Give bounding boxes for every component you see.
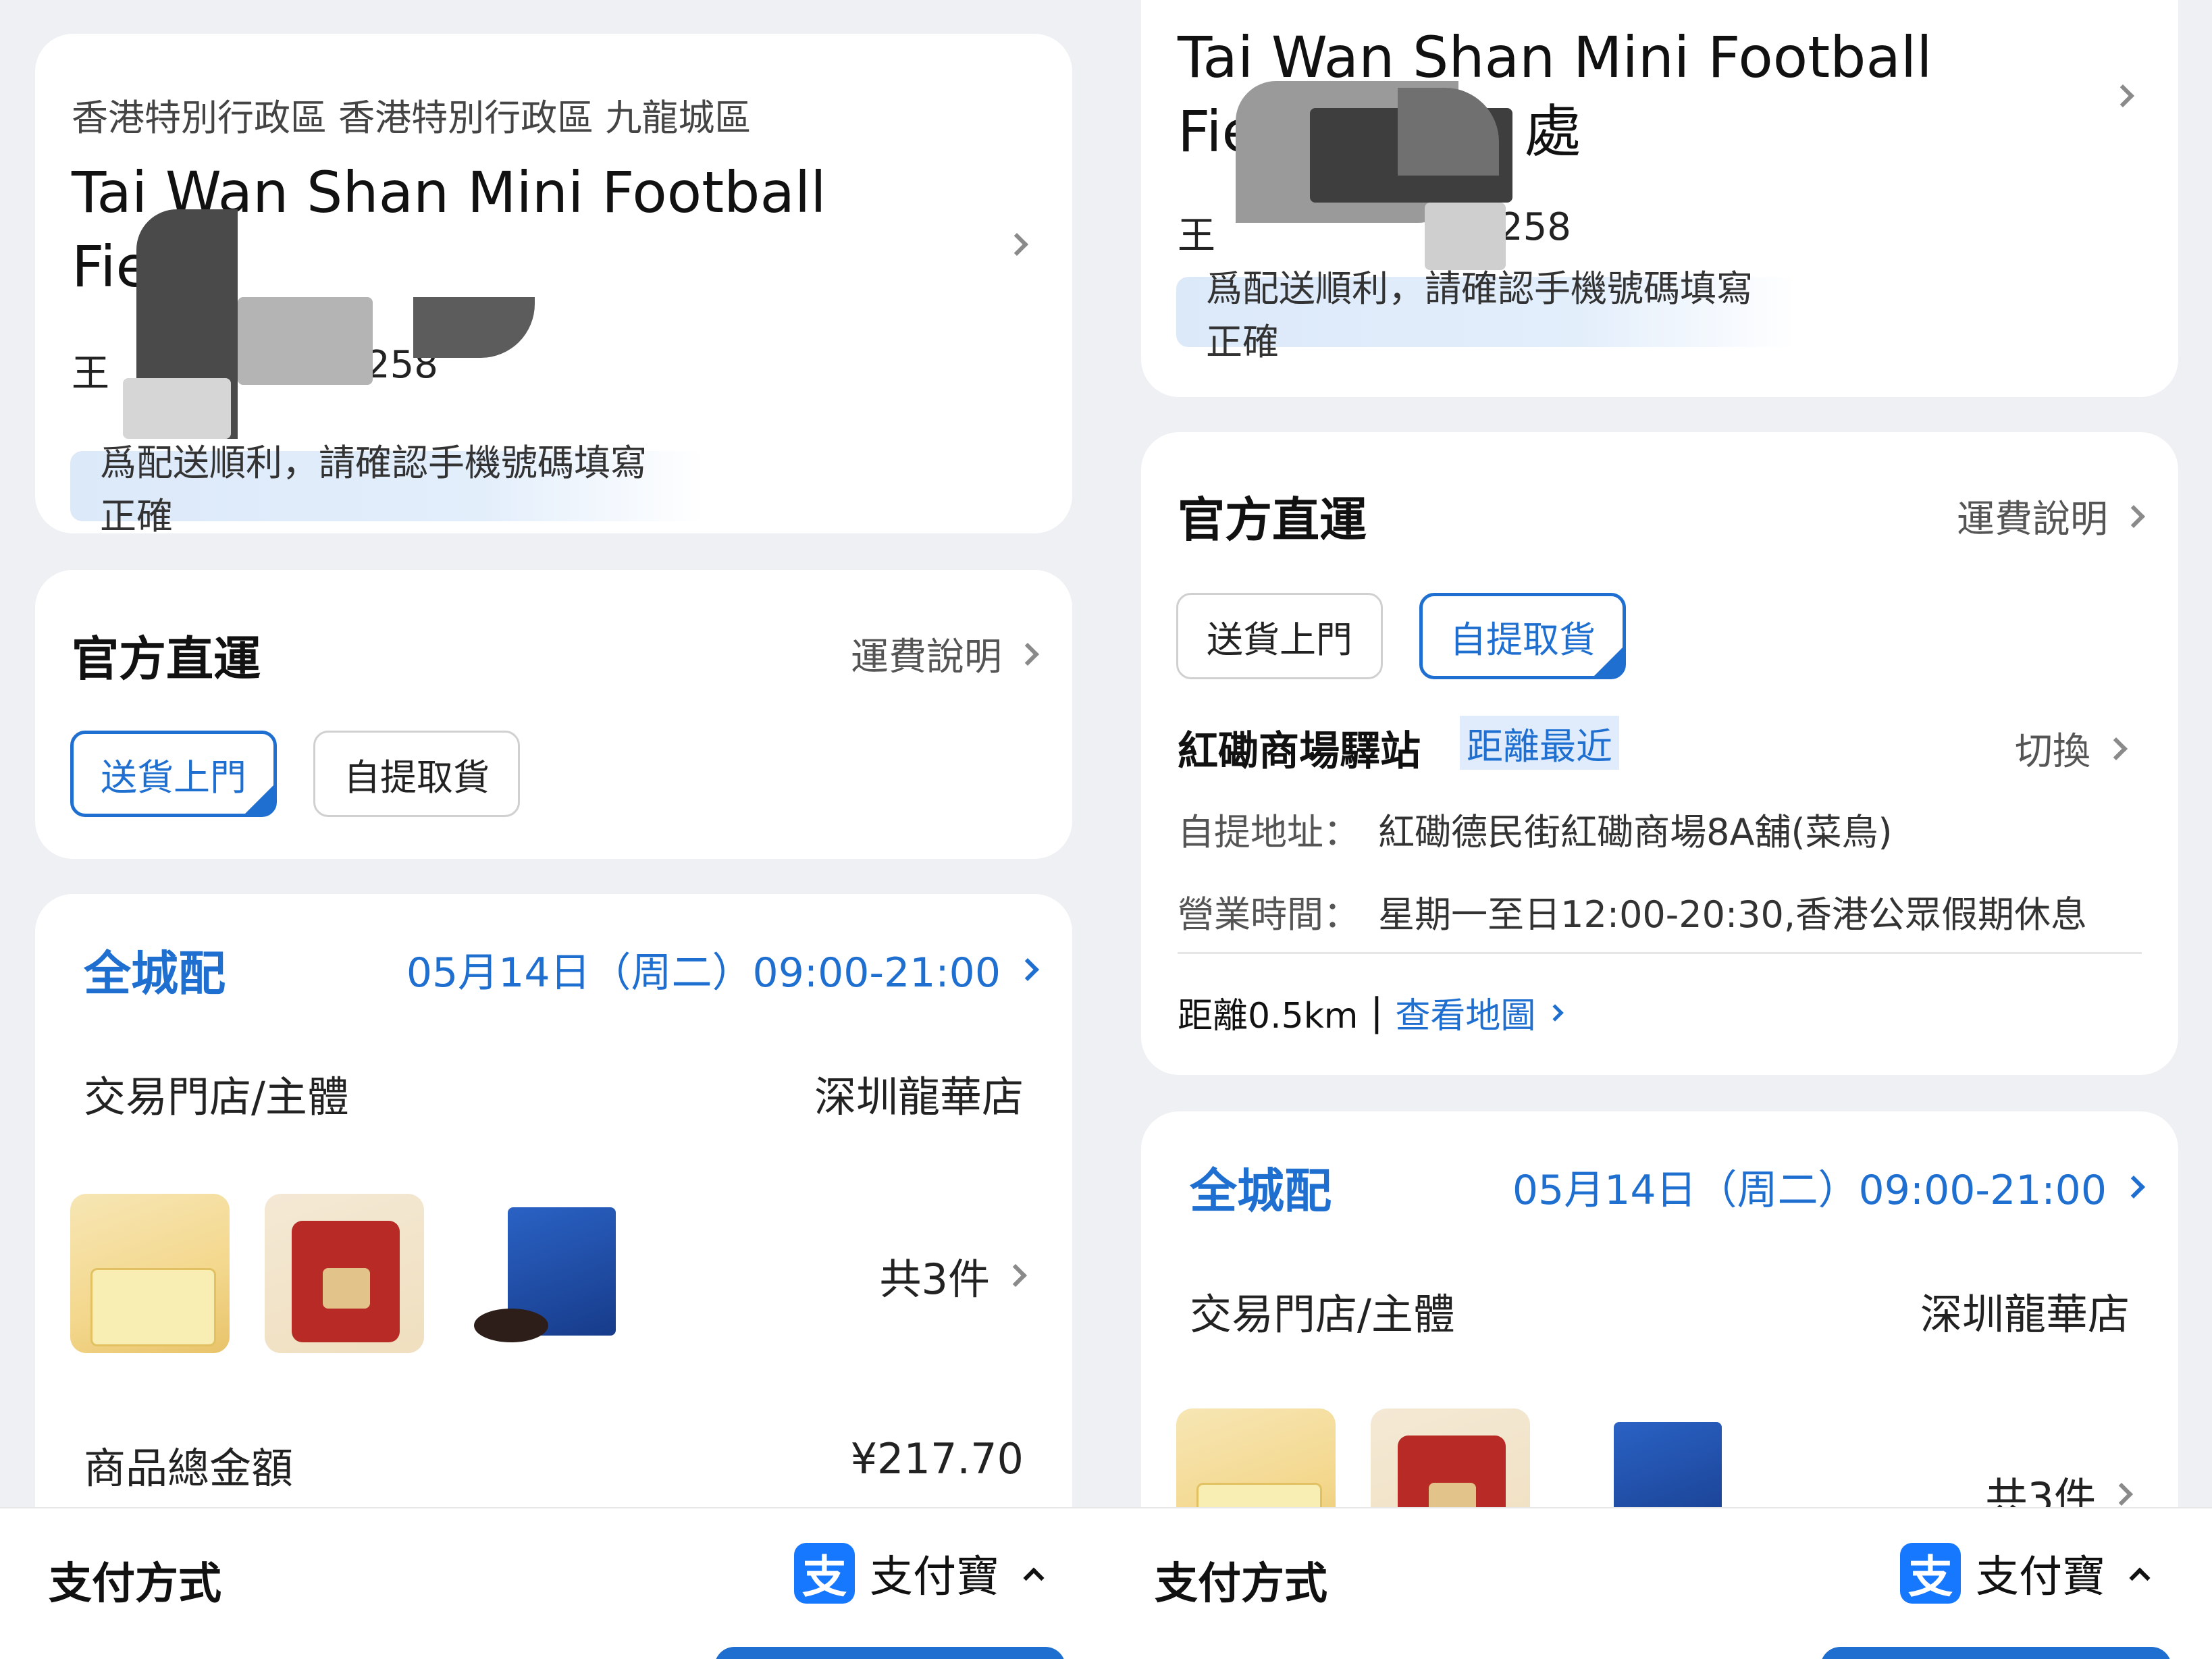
chevron-right-icon	[2110, 1483, 2133, 1506]
delivery-card: 全城配 05月14日（周二）09:00-21:00 交易門店/主體 深圳龍華店 …	[35, 894, 1072, 1576]
checkout-screen-home-delivery: 香港特別行政區 香港特別行政區 九龍城區 Tai Wan Shan Mini F…	[0, 0, 1106, 1659]
address-card[interactable]: Tai Wan Shan Mini Football Fielc 處 王 258…	[1141, 0, 2178, 397]
alipay-icon: 支	[1900, 1543, 1961, 1604]
option-home-delivery[interactable]: 送貨上門	[70, 731, 277, 817]
option-self-pickup-label: 自提取貨	[344, 756, 490, 799]
delivery-mode: 全城配	[1190, 1163, 1332, 1219]
shipping-fee-label: 運費說明	[851, 635, 1002, 679]
chevron-up-icon	[1023, 1567, 1045, 1589]
chevron-right-icon	[2122, 504, 2145, 528]
items-count: 共3件	[879, 1255, 990, 1304]
chevron-right-icon	[1016, 957, 1039, 981]
pickup-address-value: 紅磡德民街紅磡商場8A舖(菜鳥)	[1378, 811, 1893, 853]
payment-method-selector[interactable]: 支 支付寶	[794, 1542, 1045, 1604]
submit-button-edge[interactable]	[1820, 1647, 2171, 1659]
payment-label: 支付方式	[49, 1559, 221, 1609]
address-phone-prefix: 王	[1178, 214, 1215, 258]
chevron-right-icon	[1004, 1264, 1027, 1287]
divider	[1178, 952, 2142, 954]
chevron-right-icon	[2105, 737, 2128, 760]
distance-value: 距離0.5km	[1178, 996, 1359, 1036]
pickup-hours-value: 星期一至日12:00-20:30,香港公眾假期休息	[1378, 893, 2088, 936]
delivery-mode: 全城配	[84, 946, 226, 1001]
shipping-fee-link[interactable]: 運費說明	[1957, 489, 2145, 544]
delivery-time-selector[interactable]: 05月14日（周二）09:00-21:00	[406, 940, 1039, 999]
items-count-link[interactable]: 共3件	[879, 1245, 1027, 1306]
shipping-fee-link[interactable]: 運費說明	[851, 627, 1039, 681]
product-thumb-oreo[interactable]	[467, 1194, 627, 1353]
option-self-pickup[interactable]: 自提取貨	[1419, 593, 1626, 679]
store-value: 深圳龍華店	[1920, 1290, 2130, 1339]
privacy-blur	[238, 297, 373, 385]
payment-bar: 支付方式 支 支付寶	[1106, 1507, 2212, 1659]
store-value: 深圳龍華店	[814, 1072, 1024, 1122]
submit-button-edge[interactable]	[714, 1647, 1065, 1659]
option-self-pickup-label: 自提取貨	[1450, 618, 1596, 661]
option-home-delivery-label: 送貨上門	[101, 756, 246, 799]
privacy-blur	[413, 297, 535, 358]
chevron-right-icon[interactable]	[1005, 233, 1028, 256]
switch-station-link[interactable]: 切換	[2015, 721, 2128, 776]
shipping-card: 官方直運 運費說明 送貨上門 自提取貨	[35, 570, 1072, 859]
pickup-address: 自提地址： 紅磡德民街紅磡商場8A舖(菜鳥)	[1178, 802, 1893, 855]
store-label: 交易門店/主體	[1190, 1290, 1455, 1339]
address-phone-suffix: 258	[1499, 205, 1571, 249]
distance-row: 距離0.5km | 查看地圖	[1178, 987, 1564, 1038]
chevron-right-icon	[2122, 1175, 2145, 1199]
option-home-delivery-label: 送貨上門	[1207, 618, 1352, 661]
pickup-hours: 營業時間： 星期一至日12:00-20:30,香港公眾假期休息	[1178, 885, 2087, 938]
pickup-address-label: 自提地址：	[1178, 811, 1360, 853]
chevron-right-icon	[1546, 1003, 1564, 1022]
delivery-date: 05月14日（周二）09:00-21:00	[406, 949, 1001, 997]
view-map-link[interactable]: 查看地圖	[1395, 987, 1564, 1038]
payment-label: 支付方式	[1155, 1559, 1327, 1609]
delivery-date: 05月14日（周二）09:00-21:00	[1512, 1167, 2107, 1214]
pickup-hours-label: 營業時間：	[1178, 893, 1360, 936]
address-card[interactable]: 香港特別行政區 香港特別行政區 九龍城區 Tai Wan Shan Mini F…	[35, 34, 1072, 533]
store-label: 交易門店/主體	[84, 1072, 349, 1122]
privacy-blur	[123, 378, 231, 439]
shipping-card: 官方直運 運費說明 送貨上門 自提取貨 紅磡商場驛站 距離最近 切換 自提地址：…	[1141, 432, 2178, 1075]
pickup-station-name: 紅磡商場驛站	[1178, 728, 1421, 775]
switch-label: 切換	[2015, 730, 2090, 774]
view-map-label: 查看地圖	[1395, 996, 1536, 1036]
alipay-icon: 支	[794, 1543, 855, 1604]
payment-method: 支付寶	[1976, 1552, 2105, 1602]
address-region: 香港特別行政區 香港特別行政區 九龍城區	[72, 97, 752, 139]
shipping-title: 官方直運	[1178, 492, 1367, 548]
selected-check-icon	[244, 784, 275, 815]
separator: |	[1370, 991, 1384, 1034]
option-home-delivery[interactable]: 送貨上門	[1176, 593, 1383, 679]
payment-bar: 支付方式 支 支付寶	[0, 1507, 1106, 1659]
total-value: ¥217.70	[850, 1434, 1024, 1483]
payment-method: 支付寶	[870, 1552, 999, 1602]
delivery-time-selector[interactable]: 05月14日（周二）09:00-21:00	[1512, 1157, 2145, 1216]
phone-notice: 爲配送順利，請確認手機號碼填寫正確	[70, 442, 705, 533]
checkout-screen-self-pickup: Tai Wan Shan Mini Football Fielc 處 王 258…	[1106, 0, 2212, 1659]
phone-notice: 爲配送順利，請確認手機號碼填寫正確	[1176, 267, 1797, 363]
chevron-right-icon[interactable]	[2111, 84, 2134, 107]
nearest-badge: 距離最近	[1460, 716, 1619, 770]
payment-method-selector[interactable]: 支 支付寶	[1900, 1542, 2151, 1604]
option-self-pickup[interactable]: 自提取貨	[313, 731, 520, 817]
total-label: 商品總金額	[84, 1444, 294, 1493]
address-phone-prefix: 王	[72, 352, 109, 396]
shipping-title: 官方直運	[72, 631, 261, 687]
shipping-fee-label: 運費說明	[1957, 498, 2108, 542]
chevron-up-icon	[2129, 1567, 2151, 1589]
product-thumb-coffee[interactable]	[265, 1194, 424, 1353]
product-thumb-tissue[interactable]	[70, 1194, 230, 1353]
selected-check-icon	[1593, 646, 1624, 677]
chevron-right-icon	[1016, 642, 1039, 666]
